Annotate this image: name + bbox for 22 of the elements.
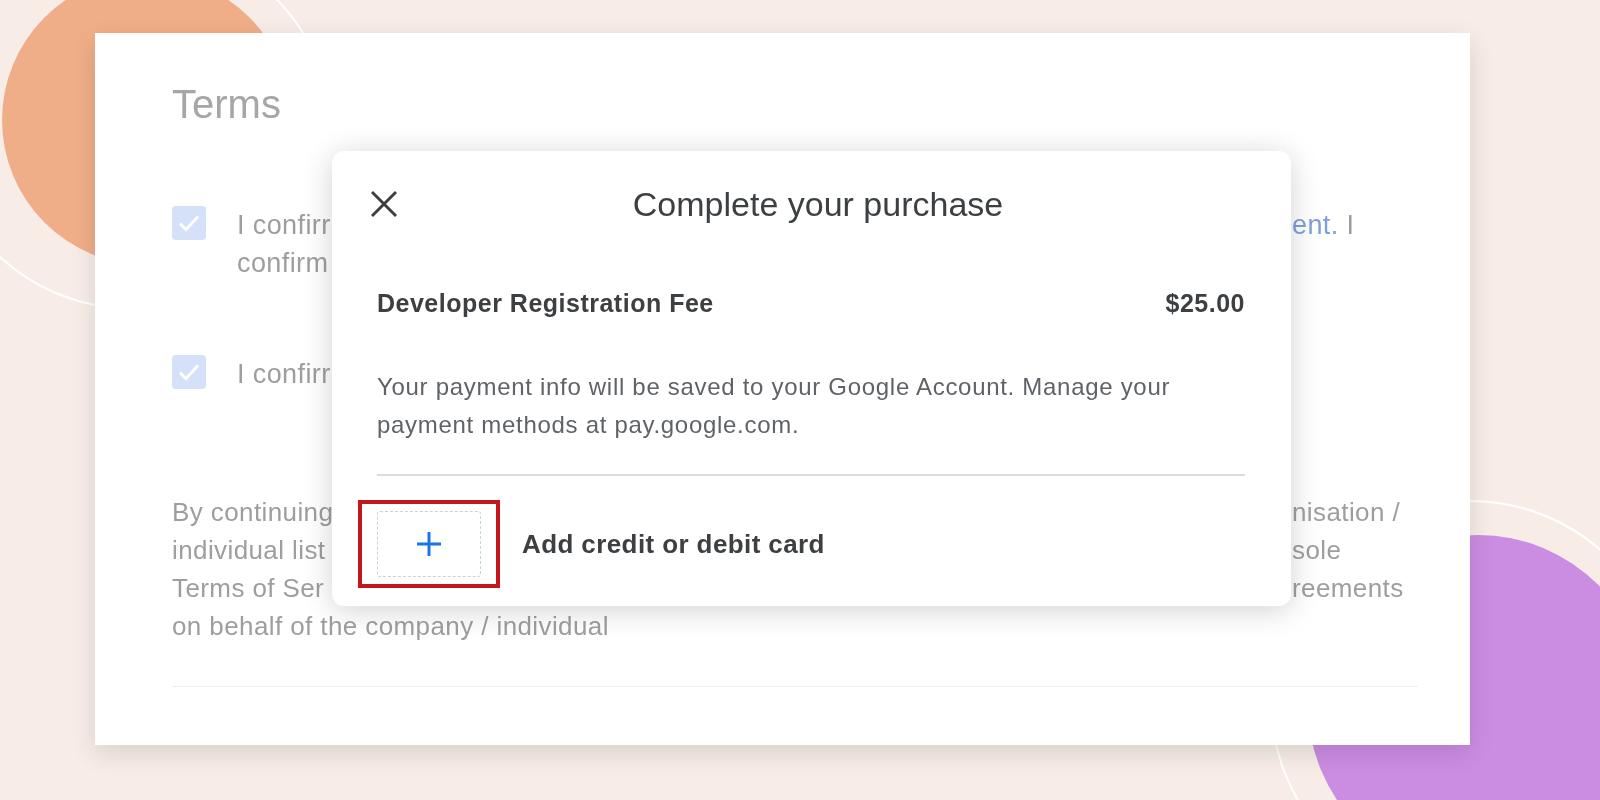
terms-text: nisation / xyxy=(1292,497,1401,527)
item-price: $25.00 xyxy=(1165,289,1245,318)
checkbox[interactable] xyxy=(172,355,206,389)
payment-info-text: Your payment info will be saved to your Google Account. Manage your payment methods at pay.google.com. xyxy=(377,372,1172,440)
plus-icon xyxy=(415,530,443,558)
item-name: Developer Registration Fee xyxy=(377,289,714,318)
terms-text: By continuing xyxy=(172,497,334,527)
terms-text: Terms of Ser xyxy=(172,573,325,603)
checkbox[interactable] xyxy=(172,206,206,240)
terms-text: reements xyxy=(1292,573,1404,603)
terms-text: confirm xyxy=(237,247,330,280)
close-icon[interactable] xyxy=(369,189,399,219)
page-title: Terms xyxy=(172,81,282,127)
dialog-title: Complete your purchase xyxy=(631,184,1005,224)
add-card-label[interactable]: Add credit or debit card xyxy=(522,528,825,560)
terms-text: I xyxy=(1346,210,1355,240)
terms-text: sole xyxy=(1292,535,1342,565)
terms-text: I confirr xyxy=(237,358,331,391)
terms-text: individual list xyxy=(172,535,326,565)
terms-text: on behalf of the company / individual xyxy=(172,611,609,641)
add-card-button[interactable] xyxy=(377,511,481,577)
terms-text: I confirr xyxy=(237,209,331,242)
